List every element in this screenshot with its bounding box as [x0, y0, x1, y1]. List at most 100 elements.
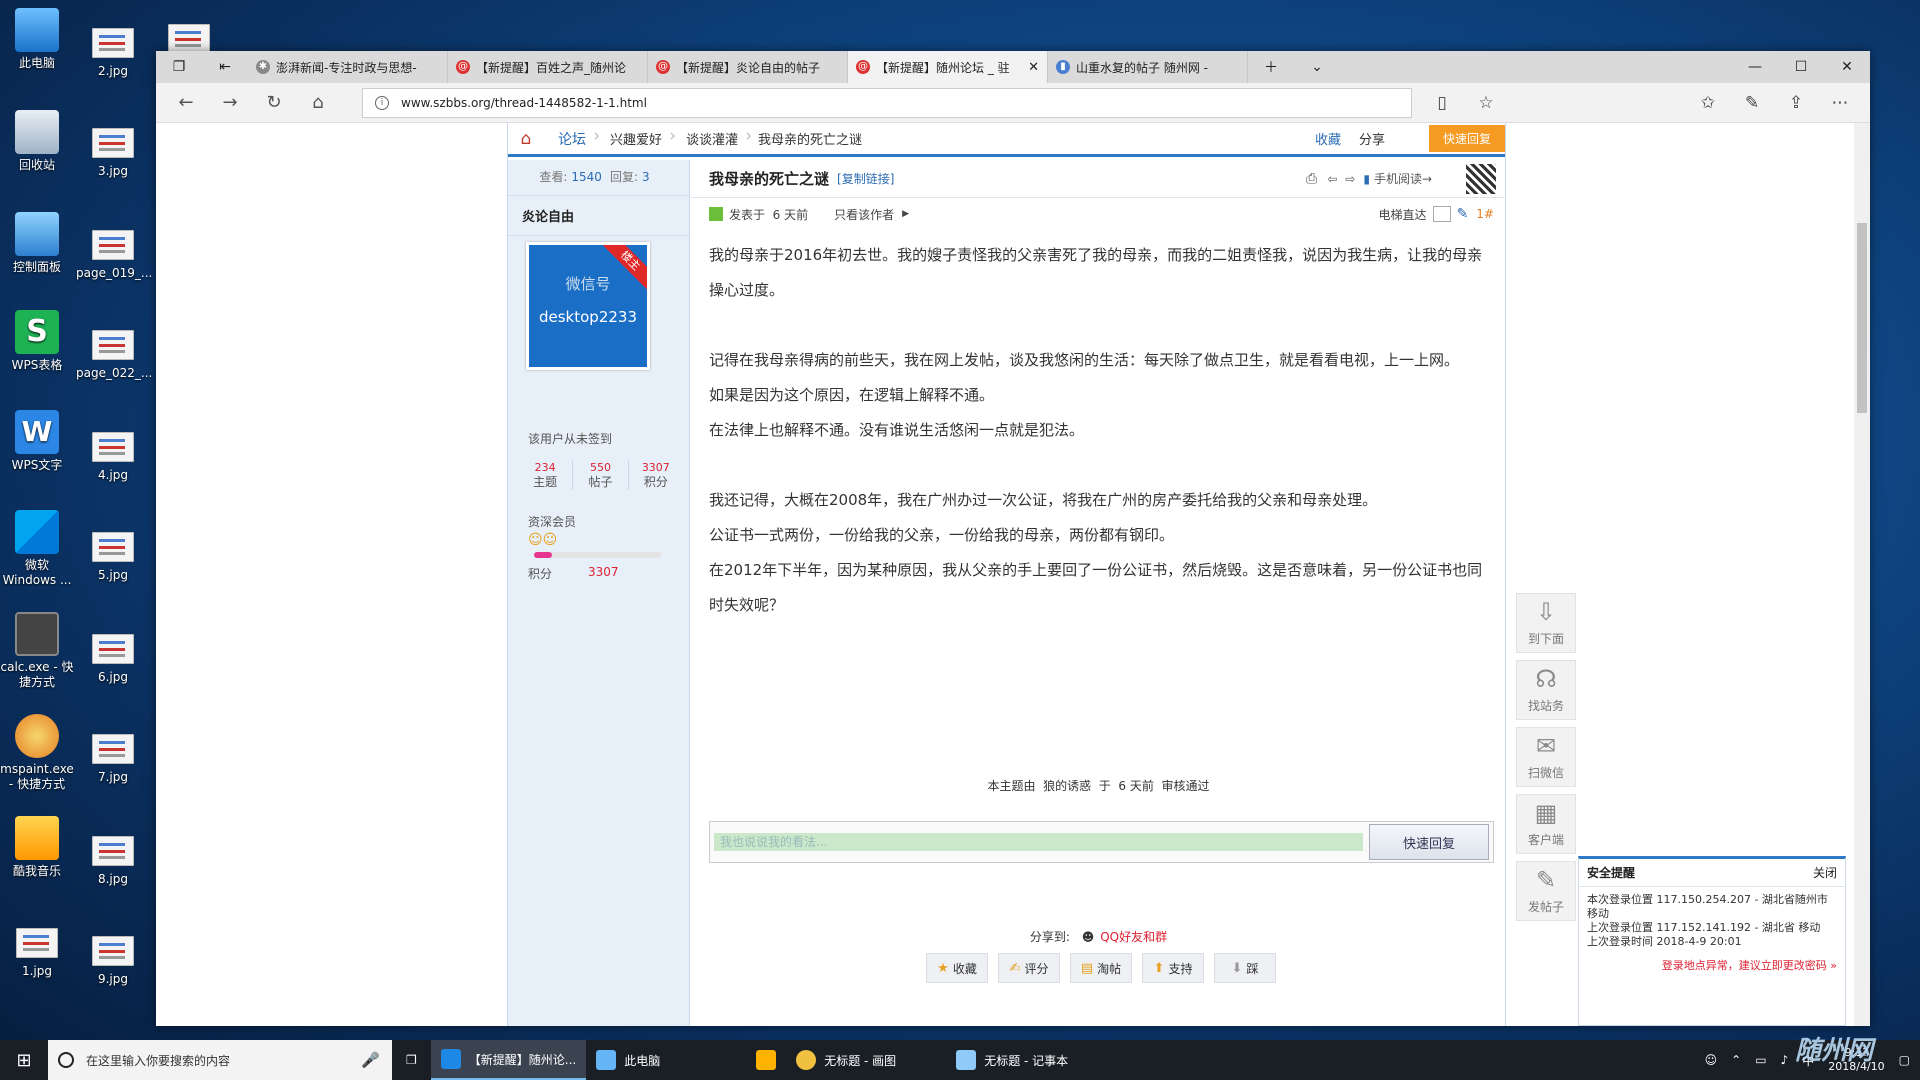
taskbar-item-edge[interactable]: 【新提醒】随州论... [430, 1040, 587, 1080]
address-bar: ← → ↻ ⌂ i www.szbbs.org/thread-1448582-1-… [156, 83, 1870, 123]
desktop-icon-7jpg[interactable]: 7.jpg [76, 726, 150, 785]
tab-manager-icon[interactable]: ❐ [156, 51, 202, 83]
url-field[interactable]: i www.szbbs.org/thread-1448582-1-1.html [362, 87, 1412, 118]
favorite-star-icon[interactable]: ☆ [1464, 87, 1508, 119]
avatar[interactable]: 微信号 desktop2233 楼主 [526, 242, 650, 370]
desktop-icon-5jpg[interactable]: 5.jpg [76, 524, 150, 583]
next-thread-icon[interactable]: ⇨ [1345, 172, 1355, 186]
author-name[interactable]: 炎论自由 [508, 196, 689, 236]
desktop-icon-6jpg[interactable]: 6.jpg [76, 626, 150, 685]
reply-input[interactable]: 我也说说我的看法... [714, 833, 1363, 851]
support-button[interactable]: ⬆ 支持 [1142, 953, 1204, 983]
desktop-icon-9jpg[interactable]: 9.jpg [76, 928, 150, 987]
szbbs-favicon-icon: @ [456, 60, 470, 74]
taskbar-item-notepad[interactable]: 无标题 - 记事本 [946, 1040, 1106, 1080]
topics-count[interactable]: 234 主题 [518, 460, 574, 490]
desktop-icon-kuwo[interactable]: 酷我音乐 [0, 816, 74, 879]
taskbar-item-paint[interactable]: 无标题 - 画图 [786, 1040, 946, 1080]
minimize-icon[interactable]: — [1732, 51, 1778, 83]
rate-button[interactable]: ✍ 评分 [998, 953, 1060, 983]
desktop-icon-8jpg[interactable]: 8.jpg [76, 828, 150, 887]
close-alert-link[interactable]: 关闭 [1813, 859, 1837, 887]
volume-icon[interactable]: ♪ [1781, 1053, 1789, 1067]
pen-icon[interactable]: ✎ [1457, 206, 1469, 222]
taskbar-item-kuwo[interactable] [746, 1040, 786, 1080]
tab-shanchong[interactable]: ▮ 山重水复的帖子 随州网 - [1048, 51, 1248, 83]
crumb-forum[interactable]: 论坛 [544, 126, 600, 149]
refresh-icon[interactable]: ↻ [252, 87, 296, 119]
close-window-icon[interactable]: ✕ [1824, 51, 1870, 83]
desktop-icon-control-panel[interactable]: 控制面板 [0, 212, 74, 275]
quick-reply-button[interactable]: 快速回复 [1428, 125, 1505, 152]
microphone-icon[interactable]: 🎤 [361, 1051, 380, 1069]
home-icon[interactable]: ⌂ [296, 87, 340, 119]
desktop-icon-2jpg[interactable]: 2.jpg [76, 20, 150, 79]
tab-yanlun[interactable]: @ 【新提醒】炎论自由的帖子 [648, 51, 848, 83]
desktop-icon-windows[interactable]: 微软 Windows ... [0, 510, 74, 588]
desktop-icon-page022[interactable]: page_022_... [76, 322, 152, 381]
scroll-bottom-button[interactable]: ⇩ 到下面 [1516, 593, 1576, 653]
desktop-icon-3jpg[interactable]: 3.jpg [76, 120, 150, 179]
desktop-icon-wps-sheet[interactable]: S WPS表格 [0, 310, 74, 373]
tray-chevron-up-icon[interactable]: ⌃ [1731, 1053, 1741, 1067]
maximize-icon[interactable]: ☐ [1778, 51, 1824, 83]
tab-baixing[interactable]: @ 【新提醒】百姓之声_随州论 [448, 51, 648, 83]
contact-staff-button[interactable]: ☊ 找站务 [1516, 660, 1576, 720]
floor-jump-input[interactable] [1432, 206, 1451, 222]
print-icon[interactable]: ⎙ [1306, 171, 1317, 187]
favorite-button[interactable]: ★ 收藏 [926, 953, 988, 983]
posts-count[interactable]: 550 帖子 [573, 460, 629, 490]
change-password-link[interactable]: 登录地点异常，建议立即更改密码 » [1579, 949, 1845, 973]
share-link[interactable]: 分享 [1359, 129, 1385, 148]
quick-reply-submit-button[interactable]: 快速回复 [1369, 824, 1489, 860]
desktop-icon-mspaint[interactable]: mspaint.exe - 快捷方式 [0, 714, 74, 792]
desktop-icon-recycle-bin[interactable]: 回收站 [0, 110, 74, 173]
network-icon[interactable]: ▭ [1755, 1053, 1766, 1067]
new-tab-icon[interactable]: ＋ [1248, 51, 1294, 83]
taotie-button[interactable]: ▤ 淘帖 [1070, 953, 1132, 983]
tabs-aside-icon[interactable]: ⇤ [202, 51, 248, 83]
scrollbar-thumb[interactable] [1857, 223, 1867, 413]
desktop-icon-1jpg[interactable]: 1.jpg [0, 920, 74, 979]
desktop-icon-calc[interactable]: calc.exe - 快 捷方式 [0, 612, 74, 690]
back-icon[interactable]: ← [164, 87, 208, 119]
people-icon[interactable]: ☺ [1705, 1053, 1718, 1067]
prev-thread-icon[interactable]: ⇦ [1327, 172, 1337, 186]
favorite-link[interactable]: 收藏 [1315, 129, 1341, 148]
desktop-icon-4jpg[interactable]: 4.jpg [76, 424, 150, 483]
forward-icon[interactable]: → [208, 87, 252, 119]
mobile-read-link[interactable]: 手机阅读→ [1374, 170, 1432, 187]
floor-number[interactable]: 1# [1476, 207, 1494, 221]
tab-suizhou-active[interactable]: @ 【新提醒】随州论坛 _ 驻 ✕ [848, 51, 1048, 83]
web-note-icon[interactable]: ✎ [1730, 87, 1774, 119]
tab-thepaper[interactable]: ✱ 澎湃新闻-专注时政与思想- [248, 51, 448, 83]
copy-link[interactable]: [复制链接] [837, 170, 894, 187]
task-view-button[interactable]: ❐ [392, 1040, 431, 1080]
wechat-scan-button[interactable]: ✉ 扫微信 [1516, 727, 1576, 787]
reading-view-icon[interactable]: ▯ [1420, 87, 1464, 119]
share-icon[interactable]: ⇪ [1774, 87, 1818, 119]
taskbar-search[interactable]: 在这里输入你要搜索的内容 🎤 [48, 1040, 392, 1080]
crumb-chat[interactable]: 谈谈灌灌 [672, 126, 752, 148]
taskbar-item-explorer[interactable]: 此电脑 [586, 1040, 746, 1080]
qr-code-icon[interactable] [1466, 163, 1496, 194]
close-tab-icon[interactable]: ✕ [1028, 60, 1039, 75]
client-app-button[interactable]: ▦ 客户端 [1516, 794, 1576, 854]
tab-list-chevron-icon[interactable]: ⌄ [1294, 51, 1340, 83]
desktop-icon-page019[interactable]: page_019_... [76, 222, 152, 281]
oppose-button[interactable]: ⬇ 踩 [1214, 953, 1276, 983]
notification-icon[interactable]: ▢ [1899, 1053, 1910, 1067]
new-post-button[interactable]: ✎ 发帖子 [1516, 861, 1576, 921]
desktop-icon-wps-writer[interactable]: W WPS文字 [0, 410, 74, 473]
desktop-icon-this-pc[interactable]: 此电脑 [0, 8, 74, 71]
home-icon[interactable]: ⌂ [508, 129, 544, 149]
start-button[interactable]: ⊞ [0, 1040, 48, 1080]
share-qq-link[interactable]: QQ好友和群 [1100, 930, 1167, 944]
crumb-hobbies[interactable]: 兴趣爱好 [596, 126, 676, 148]
points-count[interactable]: 3307 积分 [629, 460, 683, 490]
more-icon[interactable]: ⋯ [1818, 87, 1862, 119]
vertical-scrollbar[interactable] [1854, 123, 1870, 1026]
favorites-hub-icon[interactable]: ✩ [1686, 87, 1730, 119]
user-rank[interactable]: 资深会员 [528, 513, 576, 530]
only-author-link[interactable]: 只看该作者 [834, 206, 894, 223]
